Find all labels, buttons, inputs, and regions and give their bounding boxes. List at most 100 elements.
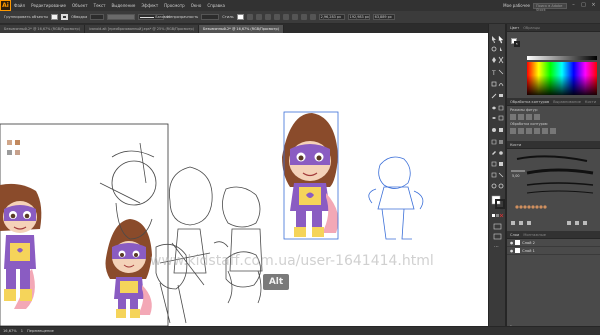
- layer-name[interactable]: Слой 1: [522, 249, 535, 253]
- tab-brushes[interactable]: Кисти: [510, 143, 521, 147]
- brush-stroke: [526, 182, 594, 186]
- pathfinders-label: Обработка контуров:: [510, 122, 549, 126]
- color-spectrum[interactable]: [527, 62, 597, 95]
- x-field[interactable]: 2,96,283 px: [318, 14, 345, 20]
- paintbrush-tool-icon: [498, 83, 504, 87]
- layer-thumbnail: [515, 240, 521, 245]
- menu-window[interactable]: Окно: [188, 3, 205, 8]
- grayscale-bar[interactable]: [527, 56, 597, 60]
- blue-sketch-figure: [368, 156, 424, 240]
- menu-view[interactable]: Просмотр: [161, 3, 188, 8]
- align-center-icon[interactable]: [264, 14, 271, 20]
- brush-panel-buttons: [511, 221, 587, 225]
- tab-align[interactable]: Выравнивание: [553, 100, 581, 104]
- unite-icon[interactable]: [510, 114, 516, 120]
- selection-type-label: Группировать объекты: [4, 15, 49, 19]
- align-bottom-icon[interactable]: [300, 14, 307, 20]
- layer-row[interactable]: ● Слой 1: [507, 247, 600, 255]
- menu-effect[interactable]: Эффект: [138, 3, 161, 8]
- tab-pathfinder[interactable]: Обработка контуров: [510, 100, 549, 104]
- artboard[interactable]: www.kidstaff.com.ua/user-1641414.html Al…: [0, 33, 488, 326]
- doc-tab[interactable]: ivanoid.ait [преобразованный].eps* @ 25%…: [84, 25, 199, 33]
- close-icon[interactable]: ×: [590, 2, 597, 9]
- symbol-sprayer-tool-icon: [491, 161, 497, 167]
- palette-chip: [15, 150, 20, 155]
- menu-object[interactable]: Объект: [69, 3, 91, 8]
- transform-icon[interactable]: [309, 14, 316, 20]
- exclude-icon[interactable]: [534, 114, 540, 120]
- minimize-icon[interactable]: –: [570, 2, 577, 9]
- lasso-tool-icon: [500, 47, 502, 51]
- eraser-tool-icon: [499, 94, 503, 97]
- zoom-level[interactable]: 16,67%: [3, 329, 17, 333]
- crop-icon[interactable]: [534, 128, 540, 134]
- free-transform-tool-icon: [498, 115, 504, 121]
- align-middle-icon[interactable]: [291, 14, 298, 20]
- curvature-tool-icon: [498, 56, 504, 64]
- divide-icon[interactable]: [510, 128, 516, 134]
- minus-front-icon[interactable]: [518, 114, 524, 120]
- recolor-icon[interactable]: [246, 14, 253, 20]
- align-right-icon[interactable]: [273, 14, 280, 20]
- align-top-icon[interactable]: [282, 14, 289, 20]
- stroke-weight-field[interactable]: [90, 14, 105, 20]
- menu-type[interactable]: Текст: [91, 3, 109, 8]
- artboard-navigator[interactable]: 1: [21, 329, 23, 333]
- merge-icon[interactable]: [526, 128, 532, 134]
- eyedropper-tool-icon: [492, 151, 496, 155]
- brush-definition[interactable]: Базовая: [138, 14, 170, 20]
- variable-width-profile[interactable]: [107, 14, 136, 20]
- screen-mode-icon: [493, 233, 502, 240]
- menu-select[interactable]: Выделение: [108, 3, 138, 8]
- perspective-grid-tool-icon: [499, 128, 503, 132]
- pencil-tool-icon: [491, 93, 497, 99]
- tab-artboards[interactable]: Монтажные: [523, 233, 546, 237]
- menu-edit[interactable]: Редактирование: [28, 3, 69, 8]
- y-field[interactable]: 192,983 px: [347, 14, 370, 20]
- hero-girl-left: [0, 183, 42, 309]
- stroke-swatch[interactable]: [61, 14, 69, 20]
- stroke-mini-icon[interactable]: [514, 41, 520, 47]
- outline-icon[interactable]: [542, 128, 548, 134]
- align-left-icon[interactable]: [255, 14, 262, 20]
- fill-swatch[interactable]: [51, 14, 59, 20]
- intersect-icon[interactable]: [526, 114, 532, 120]
- palette-chip: [7, 140, 12, 145]
- doc-tab[interactable]: Безымянный-2* @ 16,67% (RGB/Просмотр): [0, 25, 85, 33]
- rotate-tool-icon: [492, 106, 496, 110]
- graphic-style-swatch[interactable]: [236, 14, 244, 20]
- tab-swatches[interactable]: Образцы: [523, 26, 540, 30]
- rectangle-tool-icon: [491, 81, 497, 87]
- minus-back-icon[interactable]: [550, 128, 556, 134]
- opacity-field[interactable]: [201, 14, 220, 20]
- artboard-tool-icon: [491, 172, 497, 178]
- trim-icon[interactable]: [518, 128, 524, 134]
- right-panels: Цвет Образцы Обработка контуров Выравнив…: [506, 24, 600, 335]
- stock-search-input[interactable]: Поиск в Adobe Stock: [533, 2, 567, 12]
- eye-icon[interactable]: ●: [510, 249, 513, 253]
- layer-row[interactable]: ● Слой 2: [507, 239, 600, 247]
- brush-stroke: [526, 168, 594, 175]
- layers-panel: ● Слой 2 ● Слой 1 2 слоя: [507, 239, 600, 335]
- tab-brushes-mini[interactable]: Кисти: [585, 100, 596, 104]
- menu-help[interactable]: Справка: [204, 3, 228, 8]
- tab-layers[interactable]: Слои: [510, 233, 519, 237]
- brush-strokes: [511, 155, 594, 225]
- hero-girl-selected: [282, 111, 339, 240]
- maximize-icon[interactable]: □: [580, 2, 587, 9]
- canvas-area[interactable]: www.kidstaff.com.ua/user-1641414.html Al…: [0, 33, 488, 326]
- eye-icon[interactable]: ●: [510, 241, 513, 245]
- menu-file[interactable]: Файл: [11, 3, 28, 8]
- layer-name[interactable]: Слой 2: [522, 241, 535, 245]
- w-field[interactable]: 63,889 px: [372, 14, 395, 20]
- brush-size-value: 5,00: [512, 174, 520, 178]
- workspace-switcher[interactable]: Мое рабочее: [503, 3, 530, 8]
- status-mode[interactable]: Перемещение: [27, 329, 54, 333]
- tab-color[interactable]: Цвет: [510, 26, 519, 30]
- opacity-label[interactable]: Непрозрачность: [167, 15, 198, 19]
- pathfinder-panel-header: Обработка контуров Выравнивание Кисти: [507, 98, 600, 106]
- tools-panel: T ···: [488, 24, 506, 327]
- doc-tab-active[interactable]: Безымянный-2* @ 16,67% (RGB/Просмотр): [199, 25, 284, 33]
- slice-tool-icon: [498, 172, 504, 178]
- none-mode-icon: [499, 213, 504, 218]
